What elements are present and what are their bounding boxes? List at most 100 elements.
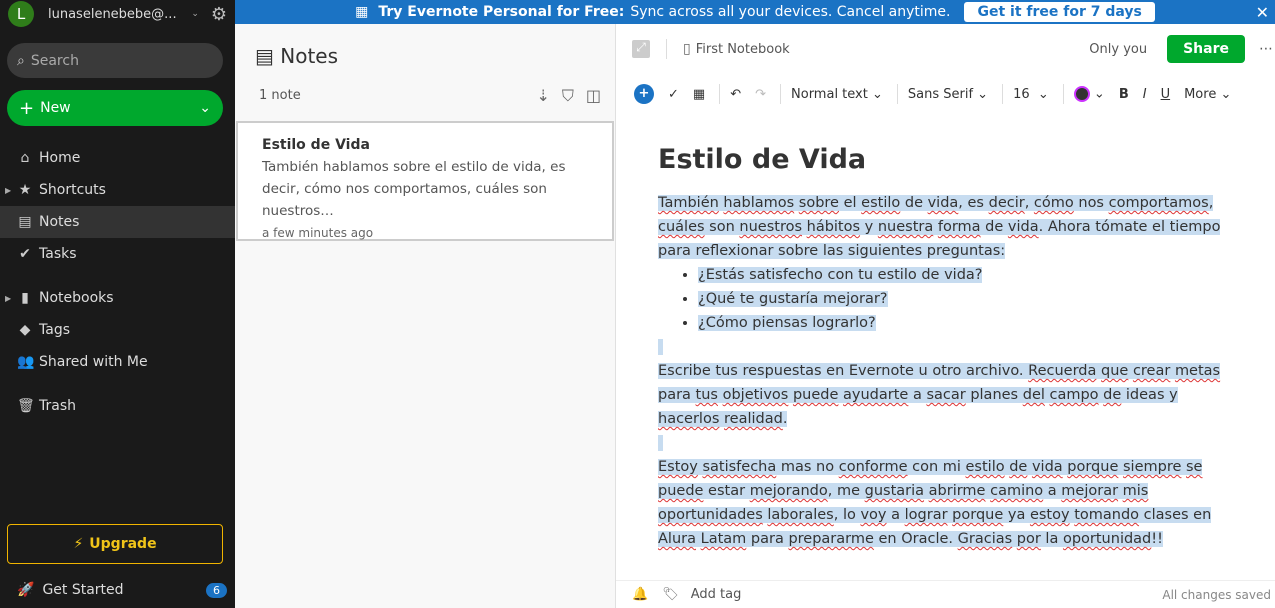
- misspelled-word: satisfecha: [702, 459, 777, 475]
- underline-icon[interactable]: U: [1161, 87, 1171, 102]
- misspelled-word: vida: [1007, 219, 1039, 235]
- close-icon[interactable]: ✕: [1256, 3, 1269, 22]
- view-options-icon[interactable]: ◫: [586, 86, 601, 106]
- text-run: estar: [703, 483, 750, 499]
- get-started-badge: 6: [206, 582, 227, 598]
- misspelled-word: abrirme: [928, 483, 986, 499]
- share-button[interactable]: Share: [1167, 35, 1245, 63]
- sidebar-item-trash[interactable]: 🗑 Trash: [0, 390, 235, 422]
- chevron-down-icon[interactable]: ⌄: [199, 100, 211, 116]
- get-started-button[interactable]: 🚀 Get Started 6: [17, 582, 227, 598]
- misspelled-word: vida: [1031, 459, 1063, 475]
- misspelled-word: estilo: [861, 195, 901, 211]
- note-body[interactable]: Estilo de Vida También hablamos sobre el…: [658, 144, 1238, 551]
- text-run: ideas y: [1121, 387, 1178, 403]
- page-title: ▤ Notes: [255, 44, 338, 68]
- misspelled-word: oportunidad: [1062, 531, 1152, 547]
- misspelled-word: Alura: [658, 531, 696, 547]
- bold-icon[interactable]: B: [1119, 87, 1129, 102]
- get-it-free-button[interactable]: Get it free for 7 days: [964, 2, 1155, 22]
- undo-icon[interactable]: ↶: [730, 87, 741, 102]
- search-placeholder: Search: [30, 52, 79, 69]
- misspelled-word: campo: [1049, 387, 1099, 403]
- sidebar-item-shortcuts[interactable]: ▶ ★ Shortcuts: [0, 174, 235, 206]
- misspelled-word: voy: [860, 507, 887, 523]
- account-name: lunaselenebebe@...: [48, 6, 177, 22]
- sort-icon[interactable]: ⇣: [536, 86, 549, 106]
- blank-line: [658, 431, 1238, 455]
- sidebar-item-notes[interactable]: ▤ Notes: [0, 206, 235, 238]
- filter-icon[interactable]: ⛉: [562, 86, 574, 106]
- text-run: para: [658, 387, 696, 403]
- caret-right-icon[interactable]: ▶: [5, 294, 11, 303]
- search-input[interactable]: ⌕ Search: [7, 43, 223, 78]
- text-run: con mi: [907, 459, 966, 475]
- misspelled-word: estoy: [1029, 507, 1070, 523]
- paragraph: También hablamos sobre el estilo de vida…: [658, 191, 1238, 263]
- checkbox-icon[interactable]: ✓: [668, 87, 679, 102]
- misspelled-word: nuestra: [877, 219, 934, 235]
- account-menu[interactable]: L lunaselenebebe@... ⌄ ⚙: [0, 0, 235, 28]
- font-size-dropdown[interactable]: 16 ⌄: [1013, 87, 1049, 102]
- more-dropdown[interactable]: More ⌄: [1184, 87, 1231, 102]
- avatar: L: [8, 1, 34, 27]
- font-value: Sans Serif: [907, 86, 974, 102]
- misspelled-word: sacar: [926, 387, 966, 403]
- notes-title: Notes: [280, 44, 339, 68]
- text-run: a: [886, 507, 905, 523]
- tag-icon: ◆: [19, 322, 31, 338]
- text-run: mas no: [776, 459, 839, 475]
- misspelled-word: forma: [937, 219, 981, 235]
- insert-plus-icon[interactable]: +: [634, 84, 654, 104]
- upgrade-button[interactable]: ⚡ Upgrade: [7, 524, 223, 564]
- misspelled-word: puede: [658, 483, 704, 499]
- text-style-dropdown[interactable]: Normal text ⌄: [791, 87, 883, 102]
- save-status: All changes saved: [1162, 587, 1271, 602]
- sidebar: L lunaselenebebe@... ⌄ ⚙ ⌕ Search + New ⌄ ⌂…: [0, 0, 235, 608]
- note-title[interactable]: Estilo de Vida: [658, 144, 1238, 175]
- sidebar-item-home[interactable]: ⌂ Home: [0, 142, 235, 174]
- sidebar-item-tasks[interactable]: ✔ Tasks: [0, 238, 235, 270]
- new-button[interactable]: + New ⌄: [7, 90, 223, 126]
- gear-icon[interactable]: ⚙: [211, 4, 227, 25]
- notebook-link[interactable]: First Notebook: [696, 42, 790, 57]
- reminder-icon[interactable]: 🔔: [632, 587, 648, 602]
- note-count: 1 note: [259, 88, 301, 103]
- nav-label: Trash: [39, 398, 76, 414]
- misspelled-word: realidad: [724, 411, 783, 427]
- note-card[interactable]: Estilo de Vida También hablamos sobre el…: [236, 121, 614, 241]
- visibility-label[interactable]: Only you: [1089, 42, 1147, 57]
- italic-icon[interactable]: I: [1143, 87, 1147, 102]
- sidebar-item-notebooks[interactable]: ▶ ▮ Notebooks: [0, 282, 235, 314]
- check-circle-icon: ✔: [19, 246, 31, 262]
- calendar-icon[interactable]: ▦: [693, 87, 705, 102]
- star-icon: ★: [18, 182, 32, 198]
- caret-right-icon[interactable]: ▶: [5, 186, 11, 195]
- text-run: nos: [1073, 195, 1109, 211]
- sidebar-item-tags[interactable]: ◆ Tags: [0, 314, 235, 346]
- misspelled-word: sobre: [798, 195, 839, 211]
- nav-label: Tags: [39, 322, 70, 338]
- text-run: planes: [965, 387, 1023, 403]
- add-tag-input[interactable]: Add tag: [691, 587, 742, 602]
- sidebar-item-shared[interactable]: 👥 Shared with Me: [0, 346, 235, 378]
- misspelled-word: cómo: [1033, 195, 1074, 211]
- note-footer: 🔔 🏷 Add tag All changes saved: [616, 580, 1275, 608]
- misspelled-word: nuestros: [739, 219, 803, 235]
- trial-banner: ▦ Try Evernote Personal for Free: Sync a…: [235, 0, 1275, 24]
- misspelled-word: decir: [988, 195, 1025, 211]
- divider: [896, 84, 898, 104]
- misspelled-word: mejorando: [749, 483, 828, 499]
- notebook-icon: ▯: [683, 41, 691, 57]
- more-options-icon[interactable]: ⋯: [1259, 41, 1273, 57]
- redo-icon[interactable]: ↷: [755, 87, 766, 102]
- divider: [1062, 84, 1064, 104]
- new-label: New: [40, 100, 71, 116]
- expand-icon[interactable]: ⤢: [632, 40, 650, 58]
- misspelled-word: de: [1103, 387, 1122, 403]
- misspelled-word: se: [1186, 459, 1203, 475]
- text-color-icon[interactable]: ⌄: [1073, 86, 1105, 102]
- add-tag-icon[interactable]: 🏷: [662, 587, 679, 602]
- text-run: ,: [1024, 195, 1034, 211]
- font-dropdown[interactable]: Sans Serif ⌄: [908, 87, 988, 102]
